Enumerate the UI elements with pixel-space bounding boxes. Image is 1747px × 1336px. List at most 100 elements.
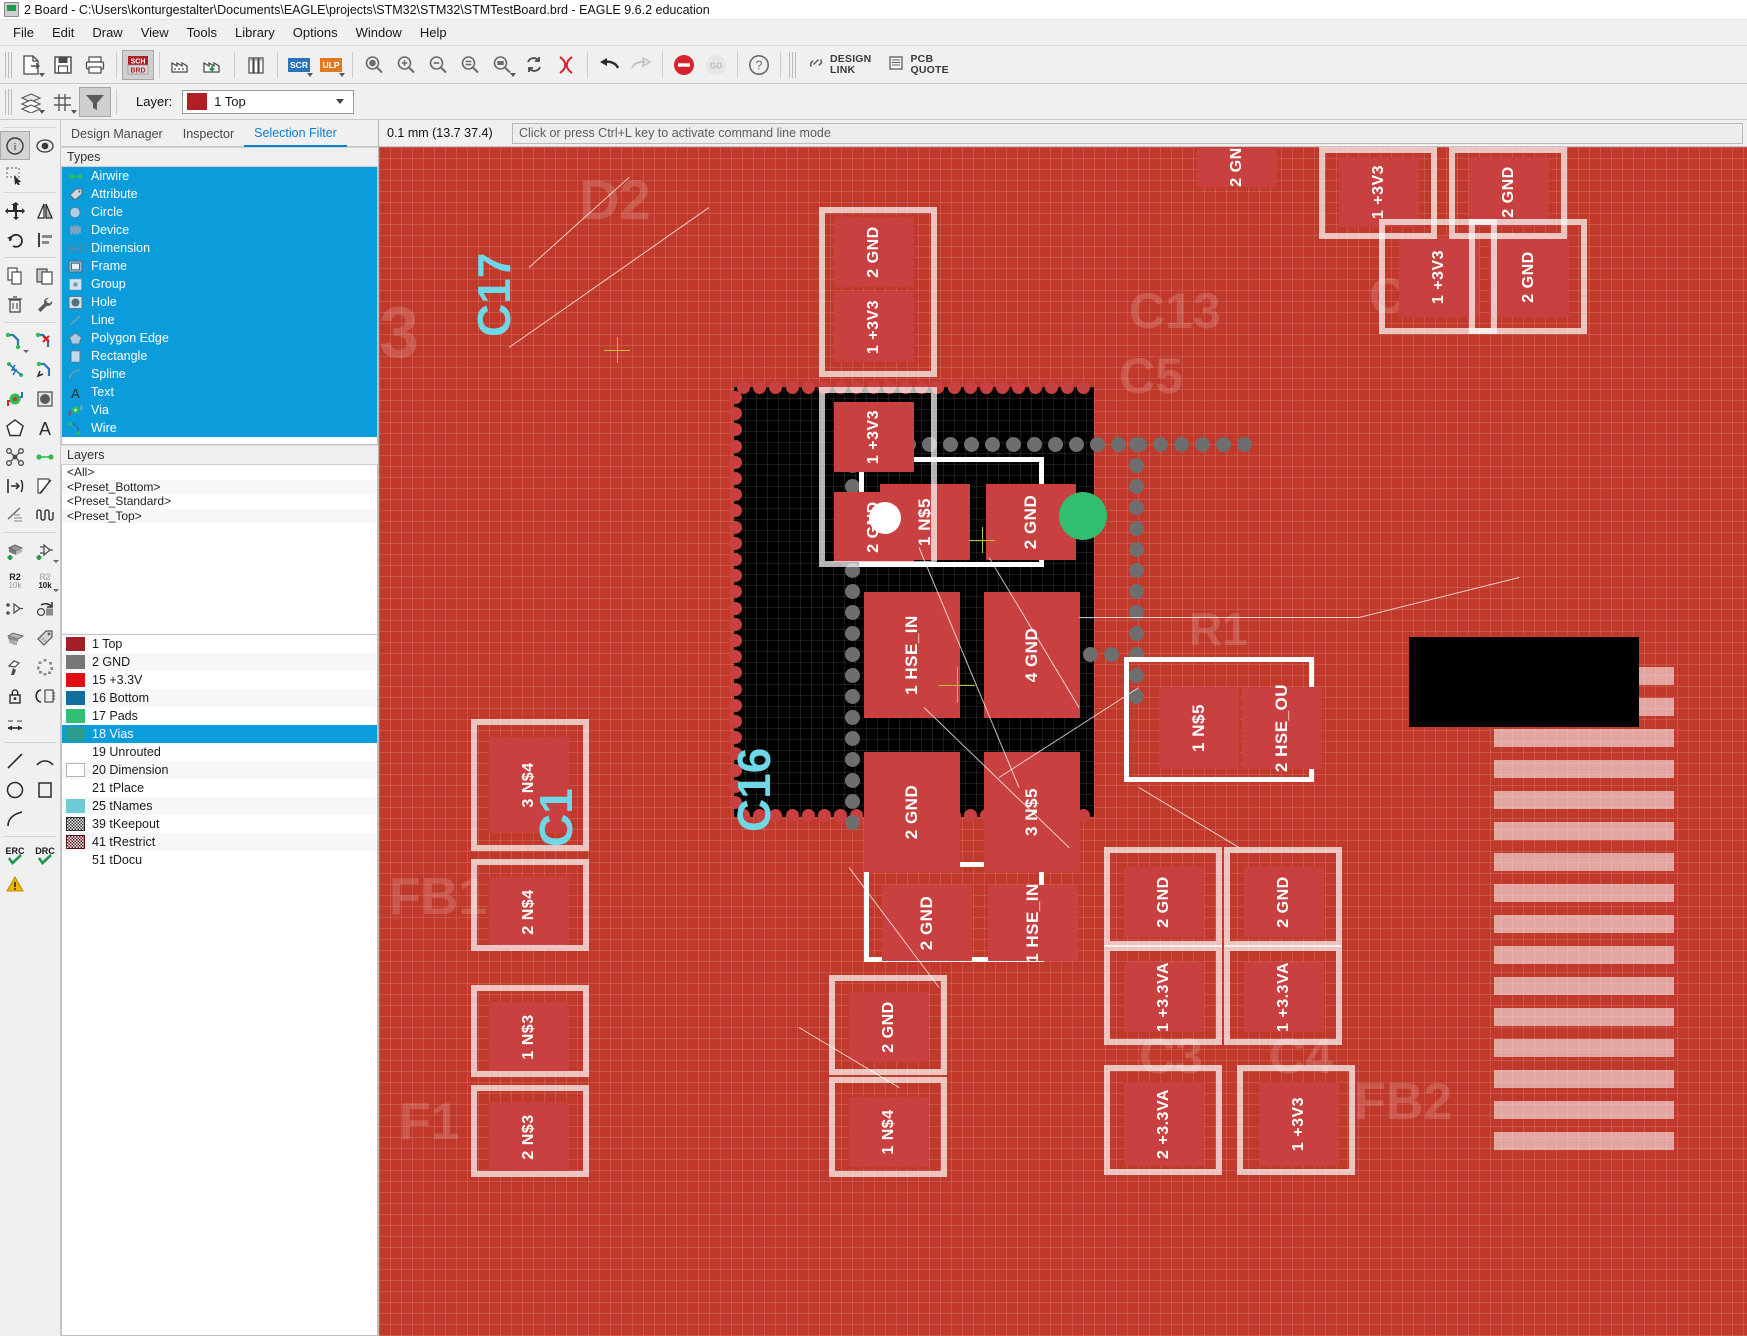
pcb-pad[interactable]: 2 GND	[864, 752, 960, 872]
replace-tool[interactable]	[30, 594, 60, 623]
selection-type-row[interactable]: Line	[62, 311, 377, 329]
dimension-tool[interactable]	[0, 710, 30, 739]
change-wrench-tool[interactable]	[30, 290, 60, 319]
print-button[interactable]	[79, 50, 111, 80]
zoom-region-button[interactable]	[486, 50, 518, 80]
selection-type-row[interactable]: Device	[62, 221, 377, 239]
zoom-in-button[interactable]	[390, 50, 422, 80]
run-script-button[interactable]: SCR	[283, 50, 315, 80]
select-marquee-tool[interactable]	[0, 160, 30, 189]
split-tool[interactable]	[0, 500, 30, 529]
smash-tool[interactable]	[0, 652, 30, 681]
selection-type-row[interactable]: A Text	[62, 383, 377, 401]
layer-preset-row[interactable]: <Preset_Bottom>	[62, 479, 377, 494]
layer-row[interactable]: 51 tDocu	[62, 851, 377, 869]
go-button[interactable]: GO	[700, 50, 732, 80]
layer-presets-list[interactable]: <All> <Preset_Bottom> <Preset_Standard> <Pr…	[61, 465, 378, 635]
pcb-pad[interactable]: 2 GND	[882, 885, 972, 961]
errors-warning-tool[interactable]	[0, 869, 30, 898]
info-tool[interactable]: i	[0, 131, 30, 160]
selection-type-row[interactable]: Airwire	[62, 167, 377, 185]
copy-tool[interactable]	[0, 261, 30, 290]
open-button[interactable]	[15, 50, 47, 80]
line-tool[interactable]	[0, 746, 30, 775]
menu-item-help[interactable]: Help	[411, 22, 456, 43]
rotate-tool[interactable]	[0, 225, 30, 254]
undo-button[interactable]	[593, 50, 625, 80]
highlighted-via[interactable]	[1059, 492, 1107, 540]
ratsnest-button[interactable]	[550, 50, 582, 80]
selection-type-row[interactable]: Polygon Edge	[62, 329, 377, 347]
menu-item-window[interactable]: Window	[347, 22, 411, 43]
switch-to-schematic-button[interactable]: SCH BRD	[122, 49, 154, 80]
spline-tool[interactable]	[0, 804, 30, 833]
selection-type-row[interactable]: Circle	[62, 203, 377, 221]
selection-type-row[interactable]: Frame	[62, 257, 377, 275]
selection-type-row[interactable]: Via	[62, 401, 377, 419]
menu-item-file[interactable]: File	[4, 22, 43, 43]
menu-item-options[interactable]: Options	[284, 22, 347, 43]
layer-row[interactable]: 2 GND	[62, 653, 377, 671]
tab-design-manager[interactable]: Design Manager	[61, 123, 173, 146]
pinswap-tool[interactable]	[30, 681, 60, 710]
layer-row[interactable]: 18 Vias	[62, 725, 377, 743]
paste-tool[interactable]	[30, 261, 60, 290]
menu-item-edit[interactable]: Edit	[43, 22, 83, 43]
help-button[interactable]: ?	[743, 50, 775, 80]
selection-type-row[interactable]: Dimension	[62, 239, 377, 257]
replicate-tool[interactable]	[0, 594, 30, 623]
menu-item-draw[interactable]: Draw	[83, 22, 131, 43]
text-tool[interactable]: A	[30, 413, 60, 442]
package-tool[interactable]	[0, 623, 30, 652]
pcb-pad[interactable]: 1 N$5	[1159, 687, 1239, 769]
pcb-quote-button[interactable]: PCB QUOTE	[879, 50, 956, 80]
route-tool[interactable]	[0, 326, 30, 355]
erc-tool[interactable]: ERC	[0, 840, 30, 869]
ripup-tool[interactable]	[30, 326, 60, 355]
layers-list[interactable]: 1 Top 2 GND 15 +3.3V 16 Bottom 17 Pads 18 Via…	[61, 635, 378, 1336]
align-tool[interactable]	[30, 225, 60, 254]
layer-row[interactable]: 15 +3.3V	[62, 671, 377, 689]
lock-tool[interactable]	[0, 681, 30, 710]
selection-type-row[interactable]: Wire	[62, 419, 377, 437]
menu-item-library[interactable]: Library	[226, 22, 284, 43]
attribute-tool[interactable]	[30, 623, 60, 652]
layer-settings-button[interactable]	[15, 87, 47, 117]
redraw-button[interactable]	[518, 50, 550, 80]
hole-tool[interactable]	[30, 384, 60, 413]
layer-row[interactable]: 19 Unrouted	[62, 743, 377, 761]
layer-row[interactable]: 1 Top	[62, 635, 377, 653]
via-tool[interactable]	[0, 384, 30, 413]
pcb-pad[interactable]: 4 GND	[984, 592, 1080, 718]
label-tool[interactable]	[0, 471, 30, 500]
add-gate-tool[interactable]	[30, 536, 60, 565]
move-tool[interactable]	[0, 196, 30, 225]
zoom-fit-button[interactable]	[358, 50, 390, 80]
layer-row[interactable]: 39 tKeepout	[62, 815, 377, 833]
pcb-canvas[interactable]: D23C13C12C5R1FB1C3C4FB2F11 N$52 GND1 HSE…	[379, 147, 1747, 1336]
layer-preset-row[interactable]: <All>	[62, 465, 377, 480]
zoom-out-button[interactable]	[422, 50, 454, 80]
zoom-minus-icon-button[interactable]	[454, 50, 486, 80]
polygon-tool[interactable]	[0, 413, 30, 442]
cam-processor-button[interactable]	[165, 50, 197, 80]
layer-row[interactable]: 41 tRestrict	[62, 833, 377, 851]
net-tool[interactable]	[0, 442, 30, 471]
layer-row[interactable]: 16 Bottom	[62, 689, 377, 707]
drc-tool[interactable]: DRC	[30, 840, 60, 869]
run-ulp-button[interactable]: ULP	[315, 50, 347, 80]
value-tool[interactable]: R2 10k	[30, 565, 60, 594]
selection-type-row[interactable]: Hole	[62, 293, 377, 311]
grid-settings-button[interactable]	[47, 87, 79, 117]
rectangle-tool[interactable]	[30, 775, 60, 804]
redo-button[interactable]	[625, 50, 657, 80]
delete-tool[interactable]	[0, 290, 30, 319]
layer-row[interactable]: 25 tNames	[62, 797, 377, 815]
selection-type-row[interactable]: Group	[62, 275, 377, 293]
tab-selection-filter[interactable]: Selection Filter	[244, 122, 347, 147]
add-part-tool[interactable]	[0, 536, 30, 565]
menu-item-view[interactable]: View	[132, 22, 178, 43]
selection-type-row[interactable]: Spline	[62, 365, 377, 383]
circle-tool[interactable]	[0, 775, 30, 804]
toolbar-grip[interactable]	[789, 51, 796, 78]
